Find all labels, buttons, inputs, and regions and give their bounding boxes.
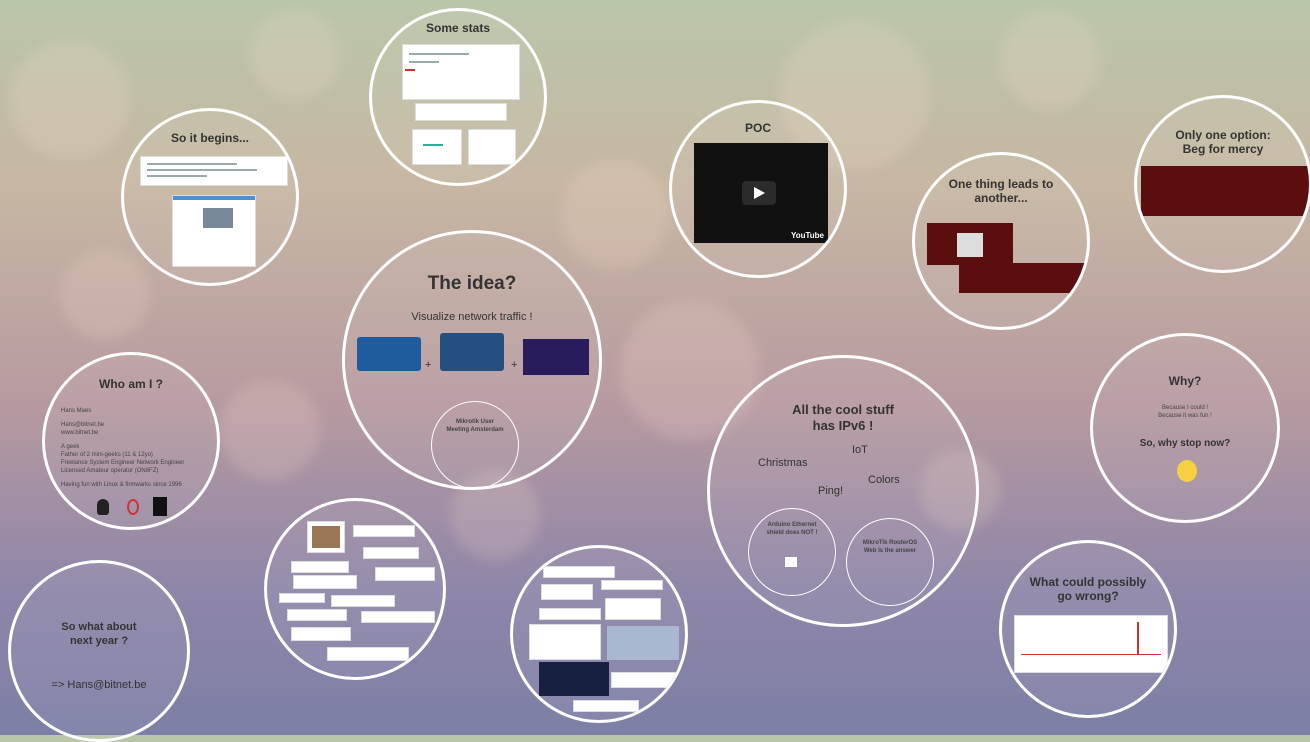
frame-what-could-go-wrong[interactable]: What could possibly go wrong? — [999, 540, 1177, 718]
tweet-thumbnail — [293, 575, 357, 589]
frame-title-line2: Beg for mercy — [1182, 142, 1264, 156]
traffic-graph — [1014, 615, 1168, 673]
frame-one-thing[interactable]: One thing leads to another... — [912, 152, 1090, 330]
frame-title: Some stats — [425, 21, 491, 35]
penguin-icon — [97, 499, 109, 515]
tweet-thumbnail — [363, 547, 419, 559]
frame-title-line2: has IPv6 ! — [812, 418, 874, 433]
tweet-thumbnail — [605, 598, 661, 620]
tweet-thumbnail — [287, 609, 347, 621]
photo-thumbnail — [539, 662, 609, 696]
frame-tweets-2[interactable] — [510, 545, 688, 723]
play-icon[interactable] — [742, 181, 776, 205]
frame-title-line1: One thing leads to — [948, 177, 1054, 191]
frame-why[interactable]: Why? Because I could ! Because it was fu… — [1090, 333, 1280, 523]
frame-title: So it begins... — [170, 131, 249, 145]
profile-screenshot — [172, 195, 256, 267]
who-line: Father of 2 mini-geeks (11 & 12yo) — [61, 452, 153, 458]
label-christmas: Christmas — [758, 457, 808, 469]
screenshot-dark — [1141, 166, 1309, 216]
daemon-icon — [127, 499, 139, 515]
screenshot-dark-2 — [959, 263, 1087, 293]
frame-title-line2: another... — [974, 191, 1028, 205]
tweet-thumbnail — [573, 700, 639, 712]
frame-title: Why? — [1168, 374, 1202, 388]
tweet-screenshot — [140, 156, 288, 186]
frame-tweets-1[interactable] — [264, 498, 446, 680]
label-colors: Colors — [868, 474, 900, 486]
tweet-thumbnail — [291, 561, 349, 573]
arduino-board-image — [357, 337, 421, 371]
frame-beg-for-mercy[interactable]: Only one option: Beg for mercy — [1134, 95, 1310, 273]
stats-graph-2 — [412, 129, 462, 165]
inner-frame-mikrotik[interactable]: MikroTik RouterOS Web Is the answer — [846, 518, 934, 606]
frame-title-line2: next year ? — [69, 635, 129, 647]
tweet-thumbnail — [361, 611, 435, 623]
inner-frame-arduino[interactable]: Arduino Ethernet shield does NOT ! — [748, 508, 836, 596]
screenshot-dark-1 — [927, 223, 1013, 265]
terminal-icon — [153, 497, 167, 516]
who-line: www.bitnet.be — [61, 430, 99, 436]
video-player[interactable]: YouTube — [694, 143, 828, 243]
frame-title-line1: All the cool stuff — [792, 402, 894, 417]
thinking-emoji-icon — [1177, 460, 1197, 482]
plus-sign: + — [511, 359, 518, 371]
inner-frame-title: Mikrotik User Meeting Amsterdam — [446, 419, 504, 433]
why-line1: Because I could ! — [1161, 405, 1209, 411]
who-line: Licensed Amateur operator (ON8FZ) — [61, 468, 159, 474]
frame-next-year[interactable]: So what about next year ? => Hans@bitnet… — [8, 560, 190, 742]
tweet-thumbnail — [543, 566, 615, 578]
tweet-thumbnail — [375, 567, 435, 581]
tweet-thumbnail — [539, 608, 601, 620]
inner-frame-mikrotik-meeting[interactable]: Mikrotik User Meeting Amsterdam — [431, 401, 519, 487]
tweet-thumbnail — [601, 580, 663, 590]
led-strip-image — [523, 339, 589, 375]
tweet-thumbnail — [541, 584, 593, 600]
tweet-thumbnail — [331, 595, 395, 607]
stats-graph-1 — [415, 103, 507, 121]
frame-the-idea[interactable]: The idea? Visualize network traffic ! + … — [342, 230, 602, 490]
tweet-thumbnail — [353, 525, 415, 537]
frame-some-stats[interactable]: Some stats — [369, 8, 547, 186]
why-line2: Because it was fun ! — [1158, 413, 1212, 419]
stats-screenshot — [402, 44, 520, 100]
frame-title-line1: So what about — [61, 621, 137, 633]
frame-title: Who am I ? — [99, 377, 163, 391]
stats-graph-3 — [468, 129, 516, 165]
youtube-logo: YouTube — [790, 231, 824, 240]
tweet-thumbnail — [307, 521, 345, 553]
tweet-screenshot — [529, 624, 601, 660]
frame-so-it-begins[interactable]: So it begins... — [121, 108, 299, 286]
photo-thumbnail — [607, 626, 679, 660]
who-line: Having fun with Linux & firmwarks since … — [61, 482, 182, 488]
who-line: Hans@bitnet.be — [61, 422, 105, 428]
frame-poc[interactable]: POC YouTube — [669, 100, 847, 278]
contact-email: => Hans@bitnet.be — [51, 679, 147, 691]
label-iot: IoT — [852, 444, 868, 456]
tweet-thumbnail — [327, 647, 409, 661]
who-line: A geek — [61, 444, 80, 450]
label-ping: Ping! — [818, 485, 844, 497]
why-stop-text: So, why stop now? — [1139, 438, 1231, 449]
inner-frame-title: Arduino Ethernet shield does NOT ! — [766, 522, 818, 536]
inner-frame-title: MikroTik RouterOS Web Is the answer — [862, 540, 918, 554]
frame-ipv6[interactable]: All the cool stuff has IPv6 ! Christmas … — [707, 355, 979, 627]
tweet-thumbnail — [611, 672, 677, 688]
frame-title-line2: go wrong? — [1057, 589, 1119, 603]
frame-who-am-i[interactable]: Who am I ? Hans Maes Hans@bitnet.be www.… — [42, 352, 220, 530]
frame-title-line1: Only one option: — [1175, 128, 1271, 142]
tweet-thumbnail — [291, 627, 351, 641]
frame-title-line1: What could possibly — [1029, 575, 1147, 589]
tweet-thumbnail — [279, 593, 325, 603]
who-line: Freelance System Engineer Network Engine… — [61, 460, 185, 466]
frame-subtitle: Visualize network traffic ! — [411, 311, 533, 323]
who-line: Hans Maes — [61, 408, 92, 414]
frame-title: The idea? — [427, 273, 517, 294]
ethernet-shield-image — [440, 333, 504, 371]
frame-title: POC — [744, 121, 771, 135]
plus-sign: + — [425, 359, 432, 371]
